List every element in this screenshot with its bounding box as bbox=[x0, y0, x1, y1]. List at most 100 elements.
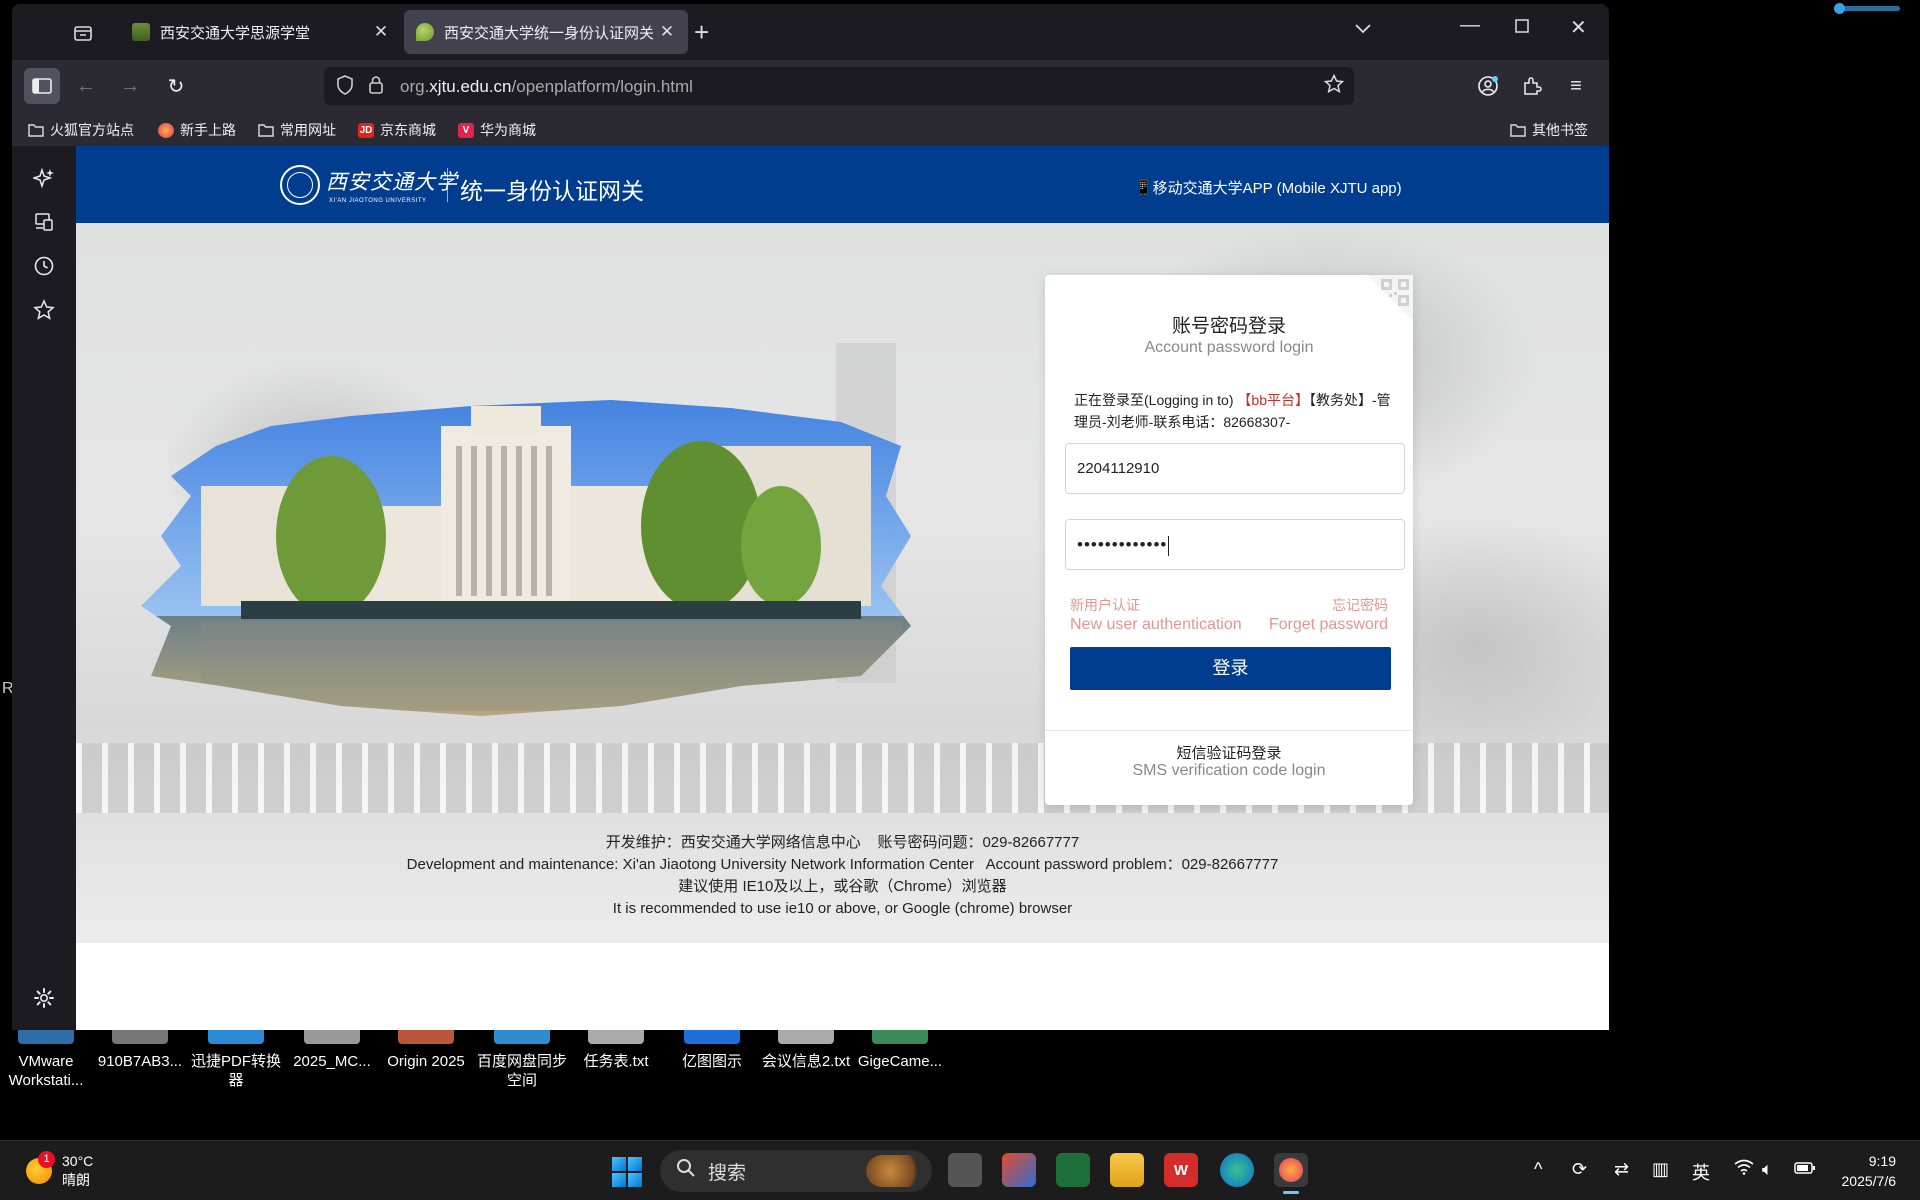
desktop-icon-baidu-netdisk[interactable]: 百度网盘同步空间 bbox=[476, 1030, 568, 1090]
mobile-app-link[interactable]: 📱移动交通大学APP (Mobile XJTU app) bbox=[1134, 177, 1402, 198]
close-window-icon[interactable]: ✕ bbox=[1570, 15, 1587, 40]
footer-line-3: 建议使用 IE10及以上，或谷歌（Chrome）浏览器 bbox=[678, 878, 1007, 895]
university-seal-icon bbox=[280, 165, 320, 205]
desktop-icon-vmware[interactable]: VMware Workstati... bbox=[0, 1030, 92, 1090]
forward-arrow-icon[interactable]: → bbox=[112, 68, 148, 104]
wifi-icon[interactable] bbox=[1734, 1159, 1754, 1180]
top-slider-widget[interactable] bbox=[1834, 3, 1904, 14]
lock-icon[interactable] bbox=[368, 75, 384, 100]
footer-line-1: 开发维护：西安交通大学网络信息中心 账号密码问题：029-82667777 bbox=[605, 834, 1080, 851]
desktop-icon-2025-mc[interactable]: 2025_MC... bbox=[286, 1030, 378, 1071]
card-divider bbox=[1045, 730, 1413, 731]
sidebar-toggle-icon[interactable] bbox=[24, 68, 60, 104]
university-logo-english: XI'AN JIAOTONG UNIVERSITY bbox=[329, 198, 427, 204]
tab-siyuan[interactable]: 西安交通大学思源学堂 ✕ bbox=[120, 10, 402, 54]
volume-icon[interactable]: 🔈︎ bbox=[1762, 1159, 1773, 1180]
app-green-icon[interactable] bbox=[1056, 1153, 1090, 1187]
sms-login-subtitle[interactable]: SMS verification code login bbox=[1045, 762, 1413, 780]
app-red-icon[interactable] bbox=[1002, 1153, 1036, 1187]
weather-desc: 晴朗 bbox=[62, 1172, 90, 1188]
history-clock-icon[interactable] bbox=[32, 254, 56, 278]
battery-icon[interactable] bbox=[1794, 1159, 1816, 1180]
windows-start-icon[interactable] bbox=[612, 1157, 642, 1187]
taskbar: 1 30°C 晴朗 搜索 W ^ ⟳ ⇄ ▥ 英 🔈︎ 9:19 2025/7/6 bbox=[0, 1140, 1920, 1200]
synced-tabs-icon[interactable] bbox=[32, 210, 56, 234]
account-icon[interactable] bbox=[1470, 68, 1506, 104]
new-user-link[interactable]: 新用户认证 New user authentication bbox=[1070, 595, 1242, 635]
list-all-tabs-icon[interactable] bbox=[1354, 18, 1372, 41]
desktop-icon-gigecam[interactable]: GigeCame... bbox=[854, 1030, 946, 1071]
system-clock[interactable]: 9:19 2025/7/6 bbox=[1826, 1151, 1897, 1191]
desktop-icon-edraw[interactable]: 亿图图示 bbox=[666, 1030, 758, 1071]
firefox-icon bbox=[158, 122, 174, 138]
weather-widget[interactable]: 1 30°C 晴朗 bbox=[26, 1151, 94, 1190]
page-footer: 开发维护：西安交通大学网络信息中心 账号密码问题：029-82667777 De… bbox=[76, 832, 1609, 920]
ime-indicator[interactable]: 英 bbox=[1692, 1159, 1710, 1185]
taskview-icon[interactable] bbox=[948, 1153, 982, 1187]
maximize-icon[interactable] bbox=[1514, 17, 1530, 40]
new-tab-icon[interactable]: + bbox=[694, 19, 709, 45]
text-caret bbox=[1168, 535, 1170, 556]
browser-sidebar bbox=[12, 146, 76, 1030]
bookmark-common-sites[interactable]: 常用网址 bbox=[258, 120, 336, 140]
password-input[interactable]: ••••••••••••• bbox=[1065, 519, 1405, 570]
desktop-icon-xunjie-pdf[interactable]: 迅捷PDF转换器 bbox=[190, 1030, 282, 1090]
tab-strip: 西安交通大学思源学堂 ✕ 西安交通大学统一身份认证网关 ✕ + — ✕ bbox=[12, 4, 1609, 60]
bookmarks-toolbar: 火狐官方站点 新手上路 常用网址 JD 京东商城 V 华为商城 其他书签 bbox=[12, 112, 1609, 146]
bookmark-firefox-site[interactable]: 火狐官方站点 bbox=[28, 120, 134, 140]
login-button[interactable]: 登录 bbox=[1070, 647, 1391, 690]
shield-icon[interactable] bbox=[336, 75, 354, 100]
menu-hamburger-icon[interactable]: ≡ bbox=[1558, 68, 1594, 104]
weather-temp: 30°C bbox=[62, 1153, 94, 1169]
tray-toggle-icon[interactable]: ⇄ bbox=[1614, 1159, 1629, 1180]
firefox-taskbar-icon[interactable] bbox=[1274, 1153, 1308, 1194]
ai-sparkle-icon[interactable] bbox=[32, 166, 56, 190]
tray-bars-icon[interactable]: ▥ bbox=[1652, 1159, 1669, 1180]
wps-icon[interactable]: W bbox=[1164, 1153, 1198, 1187]
web-page: 西安交通大学 XI'AN JIAOTONG UNIVERSITY 统一身份认证网… bbox=[76, 146, 1609, 1030]
edge-icon[interactable] bbox=[1220, 1153, 1254, 1187]
campus-photo bbox=[141, 400, 911, 716]
desktop-icon-origin[interactable]: Origin 2025 bbox=[380, 1030, 472, 1071]
folder-icon bbox=[258, 123, 274, 138]
tab-login[interactable]: 西安交通大学统一身份认证网关 ✕ bbox=[404, 10, 688, 54]
tray-chevron-icon[interactable]: ^ bbox=[1534, 1159, 1542, 1180]
bookmarks-star-icon[interactable] bbox=[32, 298, 56, 322]
login-title: 账号密码登录 bbox=[1171, 316, 1286, 337]
folder-icon bbox=[28, 123, 44, 138]
desktop-icon-910b7ab3[interactable]: 910B7AB3... bbox=[94, 1030, 186, 1071]
url-bar[interactable]: org.xjtu.edu.cn/openplatform/login.html bbox=[324, 67, 1354, 105]
taskbar-search[interactable]: 搜索 bbox=[660, 1150, 932, 1192]
url-text[interactable]: org.xjtu.edu.cn/openplatform/login.html bbox=[400, 77, 693, 97]
tab-close-icon[interactable]: ✕ bbox=[658, 22, 676, 42]
page-header: 西安交通大学 XI'AN JIAOTONG UNIVERSITY 统一身份认证网… bbox=[76, 146, 1609, 223]
file-explorer-icon[interactable] bbox=[1110, 1153, 1144, 1187]
tray-sync-icon[interactable]: ⟳ bbox=[1572, 1159, 1587, 1180]
desktop-icons: VMware Workstati... 910B7AB3... 迅捷PDF转换器… bbox=[0, 1030, 1000, 1130]
footer-line-2: Development and maintenance: Xi'an Jiaot… bbox=[406, 856, 1279, 873]
reload-icon[interactable]: ↻ bbox=[158, 68, 194, 104]
university-logo-text: 西安交通大学 bbox=[326, 170, 458, 194]
bookmark-getting-started[interactable]: 新手上路 bbox=[158, 120, 236, 140]
search-label: 搜索 bbox=[708, 1162, 747, 1184]
tab-list-icon[interactable] bbox=[72, 22, 94, 44]
forget-password-link[interactable]: 忘记密码 Forget password bbox=[1269, 595, 1388, 635]
login-target-info: 正在登录至(Logging in to) 【bb平台】【教务处】-管理员-刘老师… bbox=[1074, 392, 1391, 430]
minimize-icon[interactable]: — bbox=[1460, 14, 1480, 37]
desktop-icon-meeting-txt[interactable]: 会议信息2.txt bbox=[760, 1030, 852, 1071]
sms-login-link[interactable]: 短信验证码登录 bbox=[1045, 742, 1413, 763]
bookmark-vmall[interactable]: V 华为商城 bbox=[458, 120, 536, 140]
settings-gear-icon[interactable] bbox=[32, 986, 56, 1010]
tab-close-icon[interactable]: ✕ bbox=[372, 22, 390, 42]
bookmark-star-icon[interactable] bbox=[1323, 73, 1345, 99]
jd-icon: JD bbox=[358, 122, 374, 138]
search-icon bbox=[676, 1158, 696, 1184]
browser-window: 西安交通大学思源学堂 ✕ 西安交通大学统一身份认证网关 ✕ + — ✕ ← → … bbox=[12, 4, 1609, 1030]
sun-icon: 1 bbox=[26, 1151, 55, 1184]
bookmark-other[interactable]: 其他书签 bbox=[1510, 120, 1588, 140]
username-input[interactable]: 2204112910 bbox=[1065, 443, 1405, 494]
extensions-icon[interactable] bbox=[1514, 68, 1550, 104]
desktop-icon-task-txt[interactable]: 任务表.txt bbox=[570, 1030, 662, 1071]
back-arrow-icon[interactable]: ← bbox=[68, 68, 104, 104]
bookmark-jd[interactable]: JD 京东商城 bbox=[358, 120, 436, 140]
